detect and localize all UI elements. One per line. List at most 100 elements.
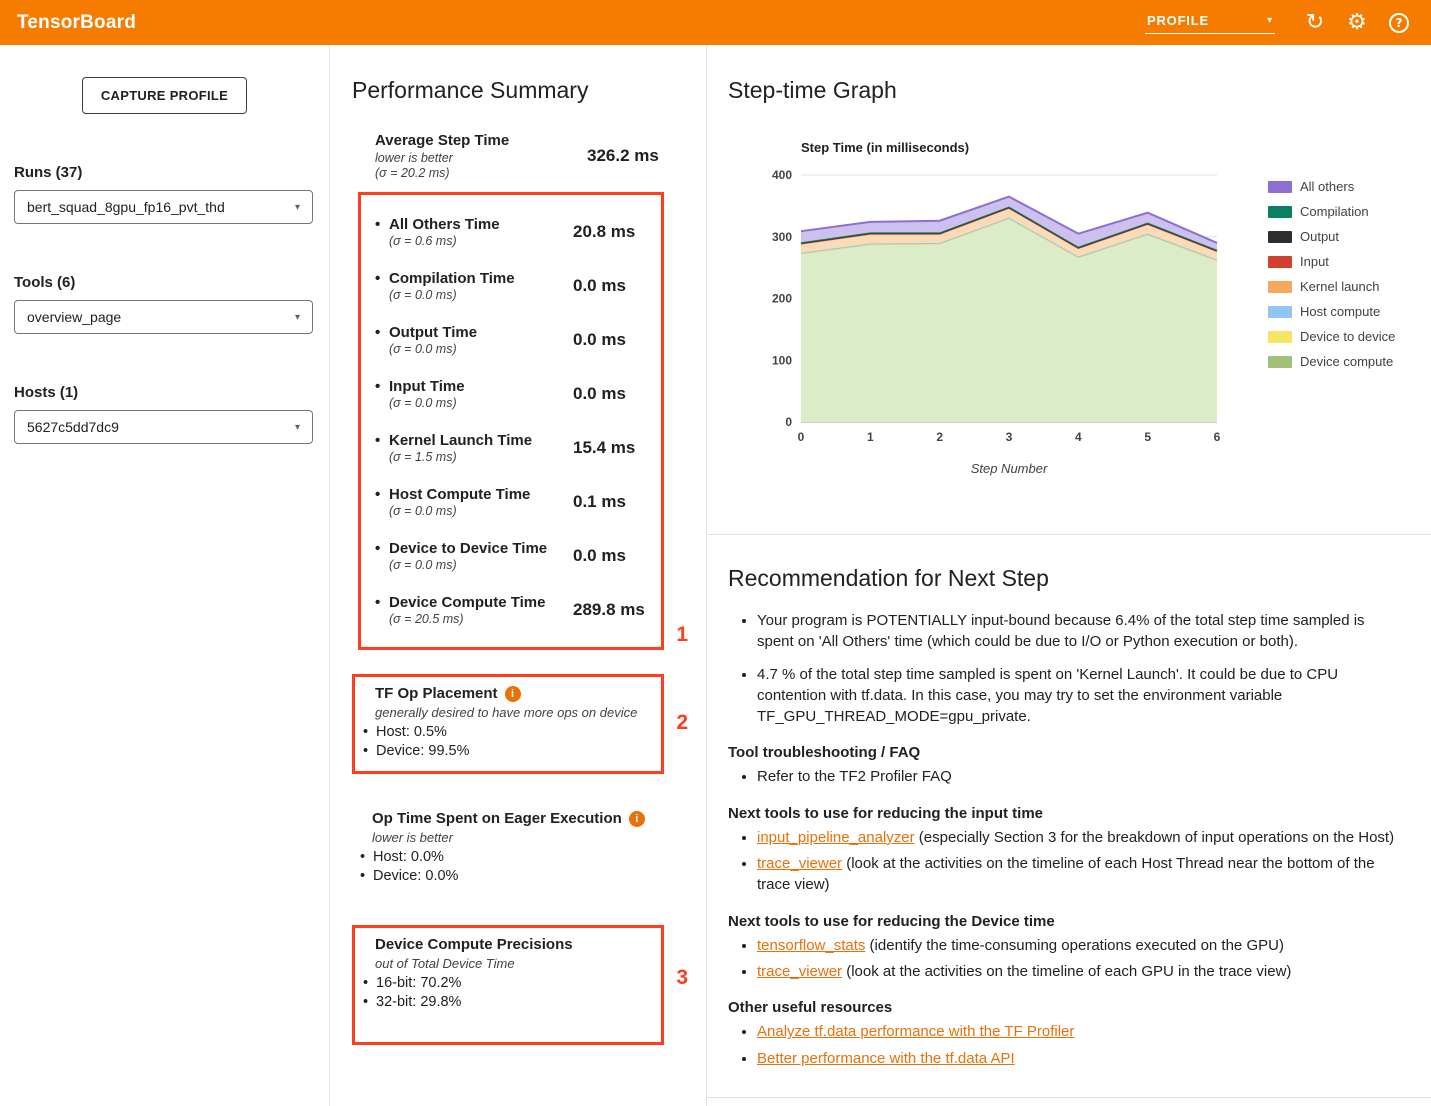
tools-select[interactable]: overview_page ▾ — [14, 300, 313, 334]
tf-op-placement-host: Host: 0.5% — [363, 723, 651, 742]
svg-text:2: 2 — [936, 430, 943, 444]
tfdata-api-link[interactable]: Better performance with the tf.data API — [757, 1050, 1015, 1067]
metric-row: Kernel Launch Time(σ = 1.5 ms) 15.4 ms — [361, 421, 653, 475]
capture-profile-button[interactable]: CAPTURE PROFILE — [82, 77, 247, 114]
tfdata-performance-link[interactable]: Analyze tf.data performance with the TF … — [757, 1023, 1074, 1040]
metric-row: All Others Time(σ = 0.6 ms) 20.8 ms — [361, 205, 653, 259]
legend-swatch — [1268, 256, 1292, 268]
runs-select-value: bert_squad_8gpu_fp16_pvt_thd — [27, 199, 225, 215]
metric-value: 20.8 ms — [573, 222, 651, 242]
legend-swatch — [1268, 356, 1292, 368]
trace-viewer-link[interactable]: trace_viewer — [757, 963, 842, 980]
gear-icon[interactable]: ⚙ — [1339, 5, 1375, 41]
tensorflow-stats-link[interactable]: tensorflow_stats — [757, 937, 865, 954]
step-time-chart: 01002003004000123456 — [756, 163, 1256, 455]
reco-section-heading: Next tools to use for reducing the Devic… — [728, 913, 1407, 930]
metric-label: Host Compute Time — [375, 486, 573, 503]
metric-value: 326.2 ms — [587, 146, 667, 166]
performance-summary-panel: Performance Summary Average Step Time lo… — [330, 45, 707, 1106]
svg-text:3: 3 — [1006, 430, 1013, 444]
metric-sigma: (σ = 1.5 ms) — [389, 450, 573, 464]
main-layout: CAPTURE PROFILE Runs (37) bert_squad_8gp… — [0, 45, 1431, 1106]
eager-device: Device: 0.0% — [360, 867, 658, 886]
legend-item: All others — [1268, 179, 1395, 194]
svg-text:4: 4 — [1075, 430, 1082, 444]
metric-label: Input Time — [375, 378, 573, 395]
info-icon[interactable]: i — [505, 686, 521, 702]
tf-op-placement-device: Device: 99.5% — [363, 742, 651, 761]
recommendation-title: Recommendation for Next Step — [728, 565, 1407, 592]
runs-select[interactable]: bert_squad_8gpu_fp16_pvt_thd ▾ — [14, 190, 313, 224]
metric-value: 0.0 ms — [573, 384, 651, 404]
runs-group: Runs (37) bert_squad_8gpu_fp16_pvt_thd ▾ — [14, 164, 313, 224]
legend-item: Device to device — [1268, 329, 1395, 344]
reco-section-faq: Tool troubleshooting / FAQ Refer to the … — [728, 744, 1407, 787]
input-pipeline-analyzer-link[interactable]: input_pipeline_analyzer — [757, 829, 915, 846]
chevron-down-icon: ▾ — [1267, 15, 1273, 26]
svg-text:6: 6 — [1214, 430, 1221, 444]
right-column: Step-time Graph Step Time (in millisecon… — [707, 45, 1431, 1106]
reco-section-device-time: Next tools to use for reducing the Devic… — [728, 913, 1407, 983]
legend-label: Output — [1300, 229, 1339, 244]
legend-swatch — [1268, 281, 1292, 293]
metric-row: Input Time(σ = 0.0 ms) 0.0 ms — [361, 367, 653, 421]
metric-value: 0.1 ms — [573, 492, 651, 512]
chevron-down-icon: ▾ — [295, 312, 300, 323]
hosts-select[interactable]: 5627c5dd7dc9 ▾ — [14, 410, 313, 444]
trace-viewer-link[interactable]: trace_viewer — [757, 855, 842, 872]
precisions-note: out of Total Device Time — [375, 956, 651, 971]
svg-text:100: 100 — [772, 353, 792, 367]
eager-host: Host: 0.0% — [360, 848, 658, 867]
app-header: TensorBoard PROFILE ▾ ↻ ⚙ ? — [0, 0, 1431, 45]
recommendation-bullets: Your program is POTENTIALLY input-bound … — [728, 610, 1396, 727]
metric-value: 0.0 ms — [573, 546, 651, 566]
svg-text:200: 200 — [772, 292, 792, 306]
legend-label: Kernel launch — [1300, 279, 1380, 294]
metric-label: Compilation Time — [375, 270, 573, 287]
chart-legend: All othersCompilationOutputInputKernel l… — [1268, 179, 1395, 379]
legend-label: Device compute — [1300, 354, 1393, 369]
hosts-group: Hosts (1) 5627c5dd7dc9 ▾ — [14, 384, 313, 444]
runs-label: Runs (37) — [14, 164, 313, 181]
chart-wrap: Step Time (in milliseconds) 010020030040… — [756, 140, 1431, 476]
panel-bottom-divider — [707, 1097, 1431, 1098]
legend-item: Output — [1268, 229, 1395, 244]
x-axis-label: Step Number — [801, 461, 1217, 476]
annotation-label-2: 2 — [676, 711, 688, 735]
metric-row: Output Time(σ = 0.0 ms) 0.0 ms — [361, 313, 653, 367]
step-time-graph-panel: Step-time Graph Step Time (in millisecon… — [707, 45, 1431, 535]
reco-section-heading: Tool troubleshooting / FAQ — [728, 744, 1407, 761]
metric-value: 289.8 ms — [573, 600, 651, 620]
metric-row: Host Compute Time(σ = 0.0 ms) 0.1 ms — [361, 475, 653, 529]
metric-sigma: (σ = 0.0 ms) — [389, 558, 573, 572]
tools-label: Tools (6) — [14, 274, 313, 291]
tools-group: Tools (6) overview_page ▾ — [14, 274, 313, 334]
help-icon[interactable]: ? — [1381, 5, 1417, 41]
metric-label: Device to Device Time — [375, 540, 573, 557]
annotation-box-1: All Others Time(σ = 0.6 ms) 20.8 ms Comp… — [358, 192, 664, 650]
svg-text:400: 400 — [772, 168, 792, 182]
reco-item: Refer to the TF2 Profiler FAQ — [757, 766, 1396, 787]
info-icon[interactable]: i — [629, 811, 645, 827]
legend-item: Kernel launch — [1268, 279, 1395, 294]
legend-swatch — [1268, 206, 1292, 218]
chevron-down-icon: ▾ — [295, 202, 300, 213]
dashboard-selector[interactable]: PROFILE ▾ — [1145, 11, 1275, 34]
eager-execution-block: Op Time Spent on Eager Execution i lower… — [356, 802, 668, 896]
legend-label: Host compute — [1300, 304, 1380, 319]
legend-swatch — [1268, 331, 1292, 343]
svg-text:5: 5 — [1144, 430, 1151, 444]
metric-label: All Others Time — [375, 216, 573, 233]
svg-text:1: 1 — [867, 430, 874, 444]
svg-text:0: 0 — [785, 415, 792, 429]
tools-select-value: overview_page — [27, 309, 121, 325]
metric-row: Device Compute Time(σ = 20.5 ms) 289.8 m… — [361, 583, 653, 637]
refresh-icon[interactable]: ↻ — [1297, 5, 1333, 41]
annotation-box-2: TF Op Placement i generally desired to h… — [352, 674, 664, 774]
reco-section-heading: Other useful resources — [728, 999, 1407, 1016]
legend-label: Compilation — [1300, 204, 1369, 219]
annotation-label-3: 3 — [676, 966, 688, 990]
metric-sigma: (σ = 0.0 ms) — [389, 288, 573, 302]
reco-item: tensorflow_stats (identify the time-cons… — [757, 935, 1396, 956]
header-actions: PROFILE ▾ ↻ ⚙ ? — [1145, 5, 1417, 41]
